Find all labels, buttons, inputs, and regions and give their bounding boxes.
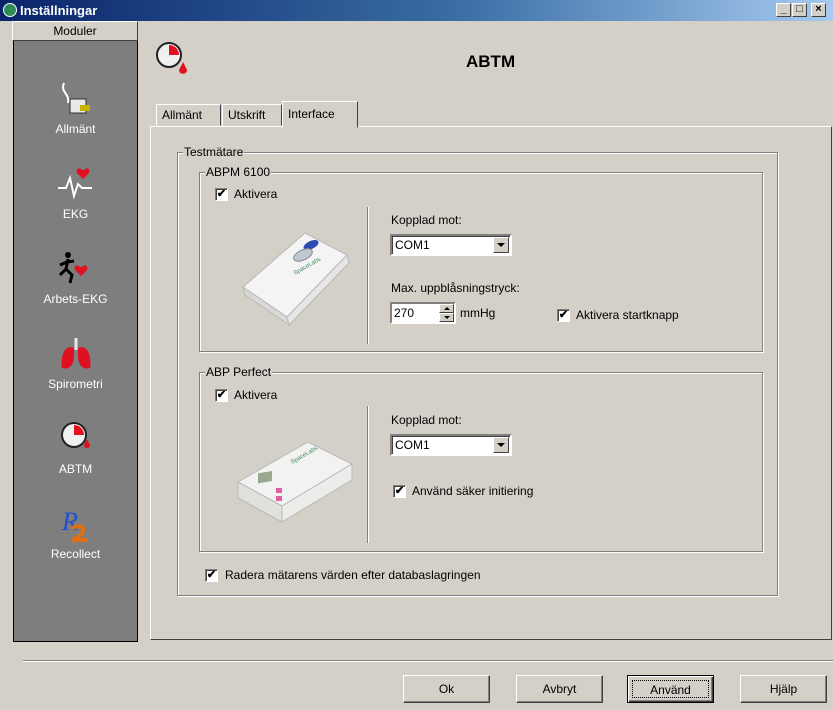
chevron-down-icon[interactable] (493, 437, 509, 453)
clock-blood-icon (56, 419, 96, 459)
abp-perfect-aktivera-checkbox[interactable]: ✔ (215, 389, 228, 402)
startknapp-checkbox[interactable]: ✔ (557, 309, 570, 322)
group-label: ABPM 6100 (205, 165, 272, 179)
stepper-buttons (439, 304, 454, 322)
apply-button[interactable]: Använd (627, 675, 714, 703)
cancel-button[interactable]: Avbryt (516, 675, 603, 703)
abpm-aktivera-checkbox[interactable]: ✔ (215, 188, 228, 201)
sidebar-item-arbets-ekg[interactable]: Arbets-EKG (14, 249, 137, 306)
stepper-value: 270 (394, 306, 415, 320)
checkbox-label: Aktivera startknapp (576, 308, 679, 322)
page-title: ABTM (466, 52, 516, 71)
checkbox-label: Aktivera (234, 388, 278, 402)
bottom-divider (23, 660, 833, 662)
clock-blood-icon (152, 40, 192, 80)
sidebar-item-abtm[interactable]: ABTM (14, 419, 137, 476)
sidebar-item-label: Arbets-EKG (43, 292, 108, 306)
minimize-button[interactable]: _ (776, 3, 791, 17)
heart-ecg-icon (56, 164, 96, 204)
abp-perfect-port-select[interactable]: COM1 (390, 434, 512, 456)
sidebar-item-label: Spirometri (48, 377, 103, 391)
sidebar-item-label: ABTM (58, 462, 93, 476)
saker-initiering-checkbox[interactable]: ✔ (393, 485, 406, 498)
module-sidebar: Allmänt EKG Arbets-EKG Spirometri ABTM R… (13, 41, 138, 642)
sidebar-item-recollect[interactable]: R Recollect (14, 504, 137, 561)
running-heart-icon (56, 249, 96, 289)
group-label: Testmätare (183, 145, 245, 159)
select-value: COM1 (395, 438, 430, 452)
lungs-icon (56, 334, 96, 374)
kopplad-label: Kopplad mot: (391, 413, 462, 427)
tab-utskrift[interactable]: Utskrift (222, 104, 282, 126)
svg-text:R: R (61, 507, 78, 536)
apply-button-label: Använd (632, 680, 709, 698)
checkbox-label: Använd säker initiering (412, 484, 534, 498)
checkbox-label: Radera mätarens värden efter databaslagr… (225, 568, 481, 582)
chevron-down-icon[interactable] (493, 237, 509, 253)
tab-interface[interactable]: Interface (282, 101, 358, 128)
sidebar-item-allmant[interactable]: Allmänt (14, 79, 137, 136)
stepper-up-icon[interactable] (439, 304, 454, 313)
max-pressure-stepper[interactable]: 270 (390, 302, 456, 324)
radera-checkbox[interactable]: ✔ (205, 569, 218, 582)
sidebar-item-label: EKG (62, 207, 89, 221)
maximize-button[interactable]: □ (792, 3, 807, 17)
checkbox-label: Aktivera (234, 187, 278, 201)
select-value: COM1 (395, 238, 430, 252)
app-icon (3, 3, 17, 17)
window-title: Inställningar (20, 3, 98, 18)
r2-logo-icon: R (56, 504, 96, 544)
divider (367, 207, 369, 344)
kopplad-label: Kopplad mot: (391, 213, 462, 227)
abpm-device-image: SpaceLabs (235, 225, 355, 338)
cable-plug-icon (56, 79, 96, 119)
sidebar-item-ekg[interactable]: EKG (14, 164, 137, 221)
close-button[interactable]: × (811, 3, 826, 17)
stepper-down-icon[interactable] (439, 313, 454, 322)
sidebar-item-label: Recollect (50, 547, 101, 561)
sidebar-header: Moduler (12, 21, 138, 41)
sidebar-item-spirometri[interactable]: Spirometri (14, 334, 137, 391)
unit-label: mmHg (460, 306, 496, 320)
group-label: ABP Perfect (205, 365, 273, 379)
ok-button[interactable]: Ok (403, 675, 490, 703)
title-bar: Inställningar _ □ × (0, 0, 833, 21)
help-button[interactable]: Hjälp (740, 675, 827, 703)
max-pressure-label: Max. uppblåsningstryck: (391, 281, 520, 295)
sidebar-item-label: Allmänt (55, 122, 96, 136)
divider (367, 406, 369, 543)
tab-allmant[interactable]: Allmänt (156, 104, 221, 126)
abp-perfect-device-image: SpaceLabs (232, 430, 357, 533)
abpm-port-select[interactable]: COM1 (390, 234, 512, 256)
